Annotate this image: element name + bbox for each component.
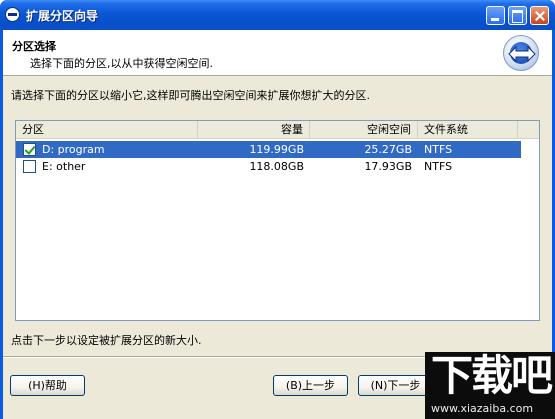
column-header-filesystem[interactable]: 文件系统 — [418, 121, 518, 139]
partition-filesystem: NTFS — [424, 143, 453, 156]
page-subtitle: 选择下面的分区,以从中获得空闲空间. — [30, 57, 213, 70]
maximize-button[interactable] — [508, 6, 527, 25]
window-title: 扩展分区向导 — [26, 9, 99, 23]
column-header-free-space[interactable]: 空闲空间 — [310, 121, 418, 139]
resize-arrows-icon — [503, 35, 539, 71]
list-header: 分区 容量 空闲空间 文件系统 — [16, 121, 539, 139]
partition-filesystem: NTFS — [424, 160, 453, 173]
hint-text: 点击下一步以设定被扩展分区的新大小. — [11, 334, 202, 347]
help-button[interactable]: (H)帮助 — [10, 375, 85, 396]
next-button[interactable]: (N)下一步 — [358, 375, 433, 396]
partition-capacity: 119.99GB — [249, 143, 304, 156]
partition-free-space: 25.27GB — [364, 143, 412, 156]
column-header-partition[interactable]: 分区 — [16, 121, 198, 139]
table-row[interactable]: D: program 119.99GB 25.27GB NTFS — [16, 141, 521, 158]
column-header-capacity[interactable]: 容量 — [198, 121, 310, 139]
partition-list[interactable]: 分区 容量 空闲空间 文件系统 D: program 119.99GB 25.2… — [15, 120, 540, 321]
partition-name: E: other — [42, 160, 86, 173]
partition-checkbox[interactable] — [23, 160, 36, 173]
back-button[interactable]: (B)上一步 — [273, 375, 348, 396]
instruction-text: 请选择下面的分区以缩小它,这样即可腾出空闲空间来扩展你想扩大的分区. — [11, 89, 370, 102]
app-icon — [5, 7, 20, 22]
close-button[interactable] — [530, 6, 549, 25]
watermark-url: www.xiazaiba.com — [431, 402, 534, 415]
partition-checkbox[interactable] — [23, 143, 36, 156]
watermark-logo: 下载吧 www.xiazaiba.com — [425, 352, 555, 419]
wizard-header: 分区选择 选择下面的分区,以从中获得空闲空间. — [3, 30, 552, 76]
table-row[interactable]: E: other 118.08GB 17.93GB NTFS — [16, 158, 521, 175]
title-bar[interactable]: 扩展分区向导 — [0, 0, 555, 30]
partition-free-space: 17.93GB — [364, 160, 412, 173]
watermark-main-text: 下载吧 — [431, 351, 553, 400]
partition-name: D: program — [42, 143, 105, 156]
minimize-button[interactable] — [486, 6, 505, 25]
page-title: 分区选择 — [12, 40, 56, 53]
partition-capacity: 118.08GB — [249, 160, 304, 173]
